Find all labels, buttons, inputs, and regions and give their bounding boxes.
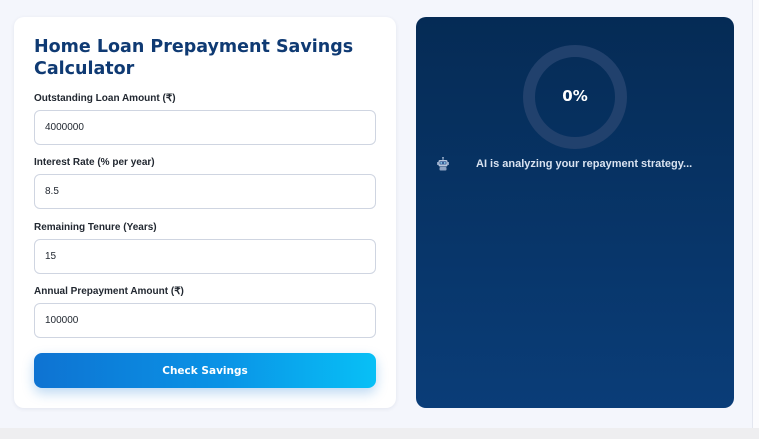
progress-percentage: 0% — [562, 87, 588, 105]
prepayment-amount-label: Annual Prepayment Amount (₹) — [34, 286, 184, 297]
scrollbar-track[interactable] — [752, 0, 759, 428]
interest-rate-label: Interest Rate (% per year) — [34, 157, 155, 168]
tenure-label: Remaining Tenure (Years) — [34, 222, 157, 233]
tenure-input[interactable] — [34, 239, 376, 274]
loan-amount-label: Outstanding Loan Amount (₹) — [34, 93, 176, 104]
interest-rate-input[interactable] — [34, 174, 376, 209]
calculator-form-card: Home Loan Prepayment Savings Calculator … — [14, 17, 396, 408]
page-title: Home Loan Prepayment Savings Calculator — [34, 37, 354, 79]
analysis-panel: 0% AI is analyzing your repayment strate… — [416, 17, 734, 408]
robot-icon — [437, 157, 449, 171]
prepayment-amount-input[interactable] — [34, 303, 376, 338]
loan-amount-input[interactable] — [34, 110, 376, 145]
analysis-status-text: AI is analyzing your repayment strategy.… — [476, 158, 693, 170]
check-savings-button[interactable]: Check Savings — [34, 353, 376, 388]
page-footer-strip — [0, 428, 759, 439]
